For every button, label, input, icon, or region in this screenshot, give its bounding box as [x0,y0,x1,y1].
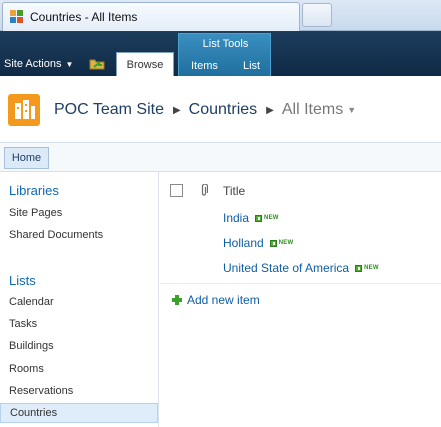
quicklaunch-heading-libraries[interactable]: Libraries [9,183,59,198]
navigate-up-folder-icon[interactable] [89,57,105,70]
quicklaunch-item-tasks[interactable]: Tasks [0,314,158,334]
new-icon [255,214,263,222]
quicklaunch-item-rooms[interactable]: Rooms [0,359,158,379]
breadcrumb: POC Team Site ▶ Countries ▶ All Items ▼ [54,101,356,119]
site-actions-label: Site Actions [4,58,62,70]
list-item: Holland NEW [223,236,293,250]
quicklaunch-item-buildings[interactable]: Buildings [0,336,158,356]
site-actions-menu[interactable]: Site Actions ▼ [4,58,73,70]
browser-tab[interactable]: Countries - All Items [2,2,300,31]
quicklaunch-item-countries[interactable]: Countries [0,403,158,423]
new-badge: NEW [355,264,379,272]
quicklaunch-item-reservations[interactable]: Reservations [0,381,158,401]
chevron-down-icon[interactable]: ▼ [347,105,356,115]
sharepoint-favicon-icon [9,9,25,25]
paperclip-icon [201,184,208,196]
site-logo-icon[interactable] [8,94,40,126]
tab-browse-label: Browse [126,58,164,71]
breadcrumb-list[interactable]: Countries [189,101,257,119]
new-badge: NEW [255,214,279,222]
breadcrumb-separator-icon: ▶ [172,104,181,116]
tab-list[interactable]: List [243,60,260,72]
list-item-link[interactable]: Holland [223,236,264,250]
chevron-down-icon: ▼ [65,59,74,69]
divider [160,283,441,284]
browser-tab-title: Countries - All Items [30,10,138,24]
list-item-link[interactable]: India [223,211,249,225]
list-item-link[interactable]: United State of America [223,261,349,275]
top-navigation: Home [0,142,441,172]
quicklaunch-heading-lists[interactable]: Lists [9,273,36,288]
nav-home-label: Home [11,152,42,164]
plus-icon [172,295,182,305]
select-all-checkbox[interactable] [170,184,183,197]
tab-items[interactable]: Items [191,60,218,72]
new-tab-button[interactable] [302,3,332,27]
column-header-title[interactable]: Title [223,184,245,198]
quicklaunch-item-site-pages[interactable]: Site Pages [0,203,158,223]
title-area: POC Team Site ▶ Countries ▶ All Items ▼ [0,76,441,142]
nav-home[interactable]: Home [4,147,49,169]
list-tools-title: List Tools [202,38,249,50]
breadcrumb-view[interactable]: All Items [282,101,343,119]
quicklaunch-item-shared-documents[interactable]: Shared Documents [0,225,158,245]
add-new-item-link[interactable]: Add new item [172,293,260,307]
browser-tab-bar: Countries - All Items [0,0,441,31]
quicklaunch-item-calendar[interactable]: Calendar [0,292,158,312]
list-item: India NEW [223,211,279,225]
breadcrumb-site[interactable]: POC Team Site [54,101,164,119]
list-tools-group: List Tools Items List [178,33,271,76]
add-new-item-label: Add new item [187,293,260,307]
new-icon [355,264,363,272]
quick-launch: Libraries Site Pages Shared Documents Li… [0,172,159,427]
list-item: United State of America NEW [223,261,379,275]
new-icon [269,239,277,247]
breadcrumb-separator-icon: ▶ [266,104,274,116]
new-badge: NEW [269,239,294,247]
tab-browse[interactable]: Browse [116,52,174,76]
list-view: Title India NEW Holland NEW United State… [160,172,441,427]
